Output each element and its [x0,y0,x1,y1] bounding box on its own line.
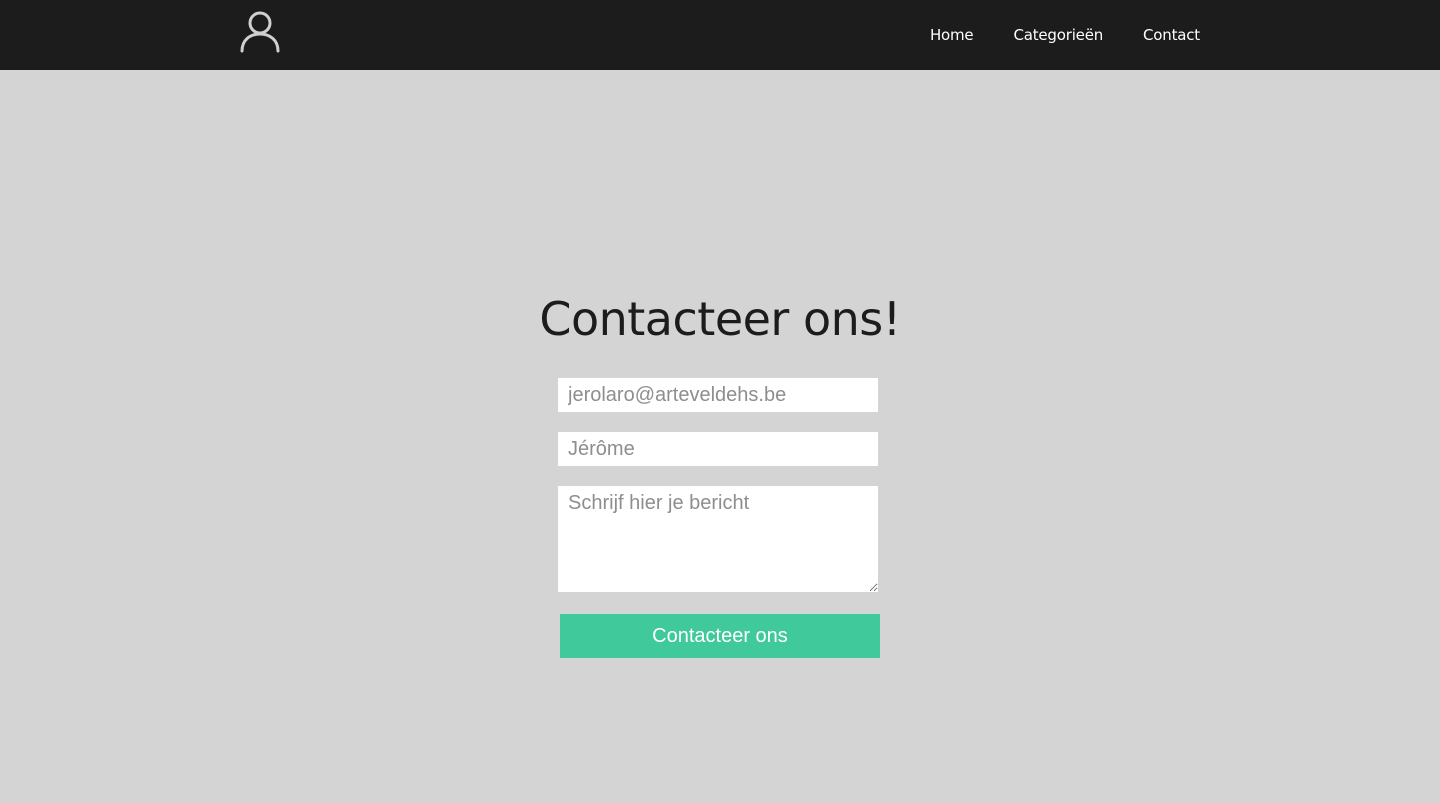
email-field[interactable] [558,378,878,412]
message-textarea[interactable] [558,486,878,592]
user-icon[interactable] [238,10,282,54]
nav-link-categorieen[interactable]: Categorieën [1013,26,1103,44]
page-title: Contacteer ons! [539,292,901,346]
nav-link-home[interactable]: Home [930,26,974,44]
contact-submit-button[interactable]: Contacteer ons [560,614,880,658]
name-field[interactable] [558,432,878,466]
nav-link-contact[interactable]: Contact [1143,26,1200,44]
main-nav: Home Categorieën Contact [930,0,1200,70]
top-navigation-bar: Home Categorieën Contact [0,0,1440,70]
